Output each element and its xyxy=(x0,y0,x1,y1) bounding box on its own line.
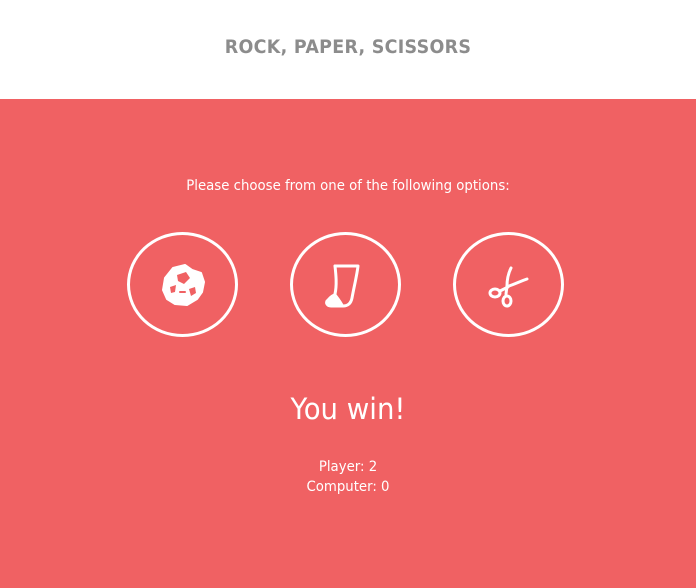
scissors-icon xyxy=(488,266,528,307)
computer-score: Computer: 0 xyxy=(306,479,390,495)
game-page: ROCK, PAPER, SCISSORS Please choose from… xyxy=(0,0,696,588)
rock-icon xyxy=(161,263,205,306)
game-area: Please choose from one of the following … xyxy=(0,99,696,588)
player-score: Player: 2 xyxy=(318,459,378,475)
scissors-button[interactable] xyxy=(453,232,564,337)
result-message: You win! xyxy=(290,392,406,426)
choice-prompt: Please choose from one of the following … xyxy=(186,178,510,194)
rock-button[interactable] xyxy=(127,232,238,337)
header: ROCK, PAPER, SCISSORS xyxy=(0,0,696,99)
page-title: ROCK, PAPER, SCISSORS xyxy=(224,36,472,58)
paper-icon xyxy=(324,264,359,307)
paper-button[interactable] xyxy=(290,232,401,337)
